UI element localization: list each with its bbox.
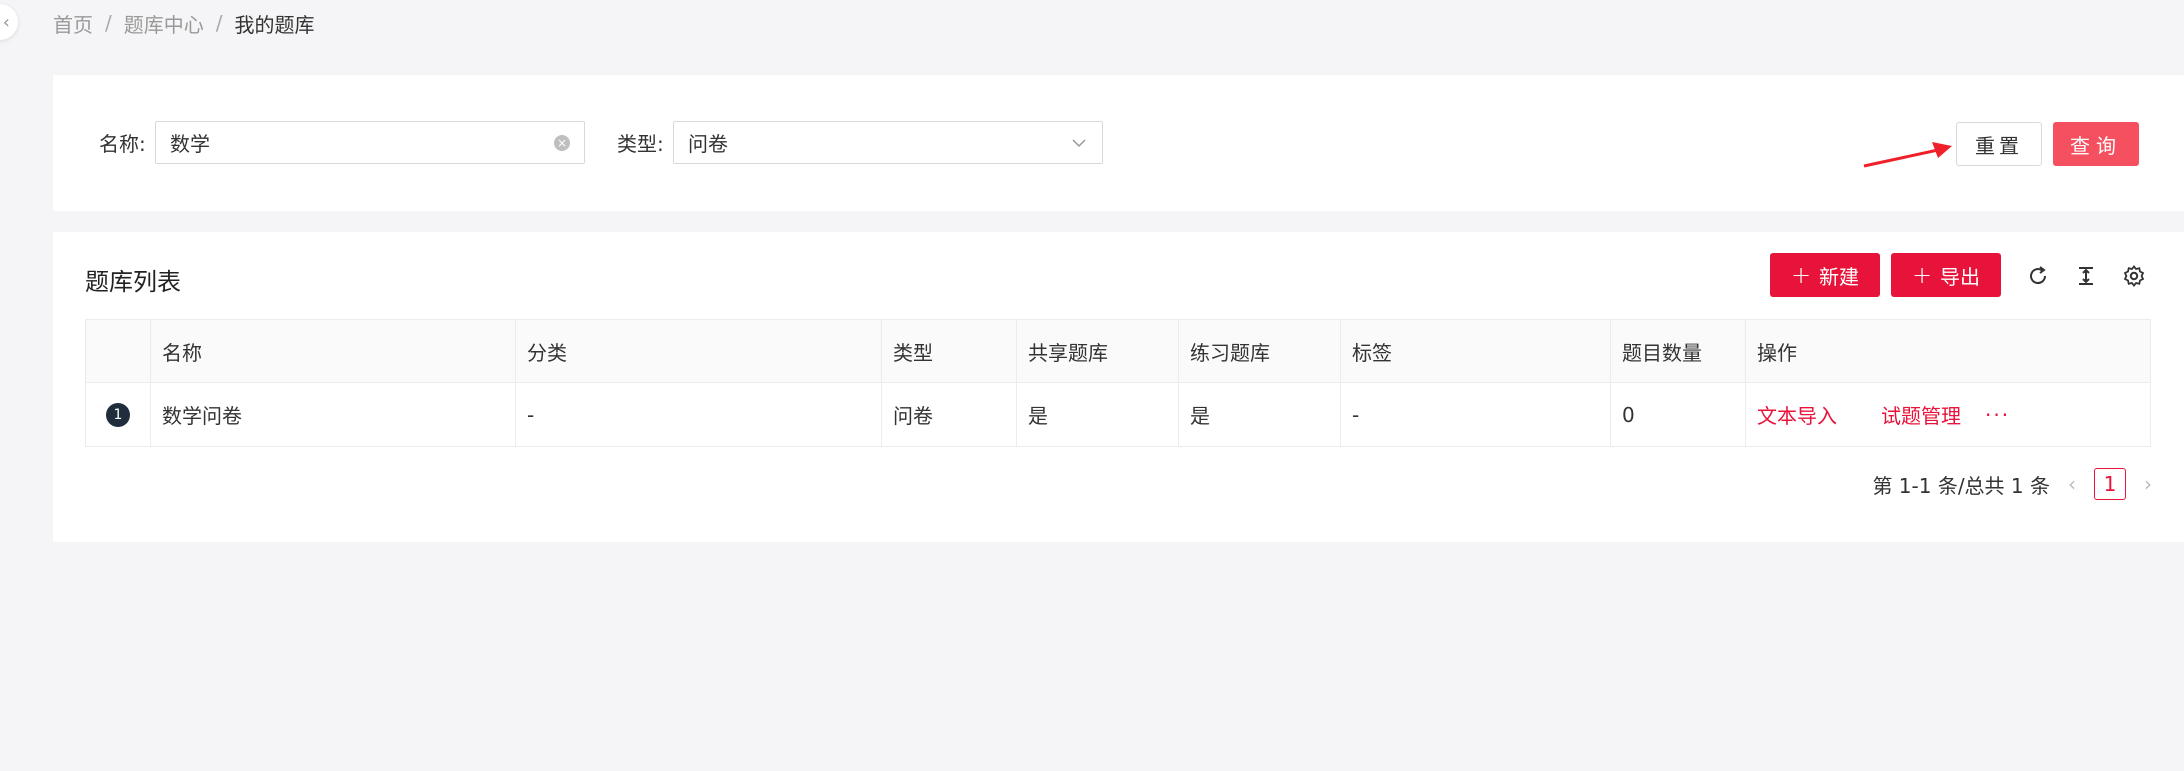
column-height-icon[interactable] — [2074, 264, 2098, 288]
cell-name: 数学问卷 — [151, 383, 516, 446]
cell-practice: 是 — [1179, 383, 1341, 446]
table-row: 1 数学问卷 - 问卷 是 是 - 0 文本导入 试题管理 ··· — [86, 383, 2150, 446]
chevron-down-icon — [1072, 139, 1086, 148]
row-index-cell: 1 — [86, 383, 151, 446]
cell-shared: 是 — [1017, 383, 1179, 446]
more-icon[interactable]: ··· — [1985, 403, 2010, 427]
column-header-name: 名称 — [151, 320, 516, 382]
new-button-label: 新建 — [1819, 264, 1860, 289]
name-input[interactable]: 数学 × — [155, 121, 585, 164]
sidebar-collapse-button[interactable]: ‹ — [0, 4, 18, 40]
cell-category: - — [516, 383, 882, 446]
list-title: 题库列表 — [85, 268, 181, 296]
column-header-shared: 共享题库 — [1017, 320, 1179, 382]
pagination: 第 1-1 条/总共 1 条 ‹ 1 › — [1872, 467, 2152, 501]
clear-icon[interactable]: × — [554, 135, 570, 151]
plus-icon: + — [1790, 261, 1812, 289]
column-header-count: 题目数量 — [1611, 320, 1746, 382]
next-page-icon[interactable]: › — [2144, 472, 2152, 496]
row-index-badge: 1 — [106, 402, 130, 427]
page-button[interactable]: 1 — [2094, 468, 2126, 500]
breadcrumb-separator: / — [105, 11, 112, 35]
query-button[interactable]: 查询 — [2053, 122, 2139, 166]
name-input-value: 数学 — [170, 132, 210, 156]
breadcrumb-home[interactable]: 首页 — [53, 9, 93, 38]
cell-actions: 文本导入 试题管理 ··· — [1746, 383, 2150, 446]
column-header-actions: 操作 — [1757, 340, 1797, 365]
text-import-link[interactable]: 文本导入 — [1757, 400, 1837, 429]
column-header-category: 分类 — [516, 320, 882, 382]
cell-tags: - — [1341, 383, 1611, 446]
column-header-tags: 标签 — [1341, 320, 1611, 382]
new-button[interactable]: + 新建 — [1770, 253, 1880, 297]
index-header — [86, 320, 151, 382]
table-header: 名称 分类 类型 共享题库 练习题库 标签 题目数量 操作 — [86, 320, 2150, 383]
name-label: 名称: — [99, 132, 146, 156]
column-header-type: 类型 — [882, 320, 1017, 382]
type-select-value: 问卷 — [688, 132, 728, 156]
type-select[interactable]: 问卷 — [673, 121, 1103, 164]
breadcrumb-center[interactable]: 题库中心 — [124, 9, 204, 38]
chevron-left-icon: ‹ — [2, 11, 10, 33]
annotation-arrow-icon — [1863, 142, 1952, 168]
reset-button[interactable]: 重置 — [1956, 122, 2042, 166]
breadcrumb-current: 我的题库 — [234, 12, 315, 37]
question-bank-table: 名称 分类 类型 共享题库 练习题库 标签 题目数量 操作 1 数学问卷 - 问… — [85, 319, 2151, 447]
column-header-practice: 练习题库 — [1179, 320, 1341, 382]
prev-page-icon[interactable]: ‹ — [2068, 472, 2076, 496]
breadcrumb: 首页 / 题库中心 / 我的题库 — [53, 8, 315, 38]
export-button-label: 导出 — [1940, 264, 1981, 289]
plus-icon: + — [1911, 261, 1933, 289]
pagination-summary: 第 1-1 条/总共 1 条 — [1872, 473, 2050, 498]
export-button[interactable]: + 导出 — [1891, 253, 2001, 297]
cell-count: 0 — [1611, 383, 1746, 446]
question-bank-list: 题库列表 + 新建 + 导出 名称 分类 类型 共享题库 练习题库 标签 题目数… — [53, 232, 2184, 542]
refresh-icon[interactable] — [2026, 264, 2050, 288]
question-manage-link[interactable]: 试题管理 — [1881, 400, 1961, 429]
cell-type: 问卷 — [882, 383, 1017, 446]
breadcrumb-separator: / — [215, 11, 223, 35]
gear-icon[interactable] — [2122, 264, 2146, 288]
type-label: 类型: — [617, 132, 664, 156]
